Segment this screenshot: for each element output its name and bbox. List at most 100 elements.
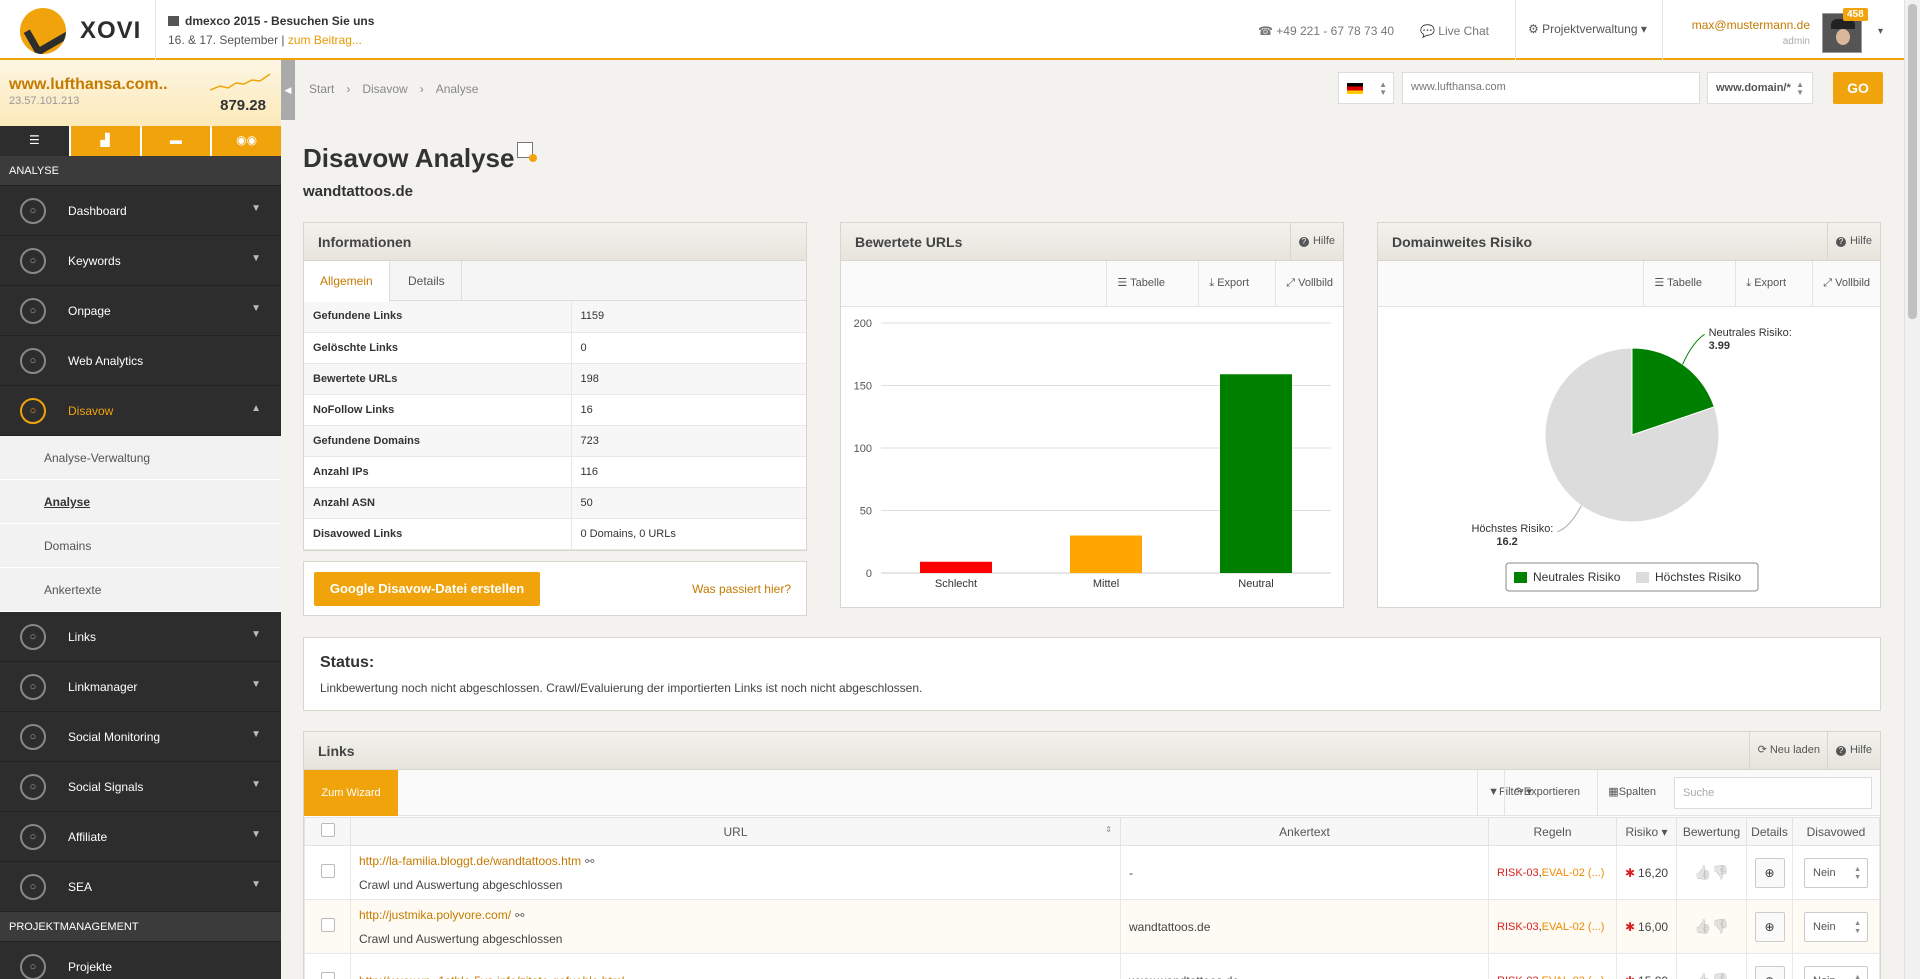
team-icon[interactable]: ◉◉	[212, 126, 281, 156]
chain-link-icon[interactable]: ⚯	[585, 856, 594, 868]
breadcrumb-disavow[interactable]: Disavow	[362, 82, 407, 96]
user-menu-chevron-icon[interactable]: ▾	[1878, 26, 1883, 37]
sidebar-subitem-domains[interactable]: Domains	[0, 524, 281, 568]
disavowed-select[interactable]: Nein ▲▼	[1804, 911, 1868, 942]
link-url[interactable]: http://la-familia.bloggt.de/wandtattoos.…	[359, 854, 581, 868]
columns-button[interactable]: ▦Spalten	[1597, 770, 1666, 815]
table-row[interactable]: http://la-familia.bloggt.de/wandtattoos.…	[304, 845, 1880, 900]
row-checkbox[interactable]	[320, 918, 335, 932]
sidebar-item-keywords[interactable]: ○ Keywords ▼	[0, 236, 281, 286]
breadcrumb-start[interactable]: Start	[309, 82, 334, 96]
sidebar-subitem-analyse-verwaltung[interactable]: Analyse-Verwaltung	[0, 436, 281, 480]
help-button[interactable]: ? Hilfe	[1826, 732, 1880, 769]
notification-badge[interactable]: 458	[1843, 8, 1868, 21]
export-links-button[interactable]: ↷Exportieren	[1503, 770, 1590, 815]
sidebar-item-dashboard[interactable]: ○ Dashboard ▼	[0, 186, 281, 236]
help-button[interactable]: ? Hilfe	[1826, 223, 1880, 260]
export-button[interactable]: ⤓ Export	[1198, 261, 1259, 306]
current-domain-box[interactable]: www.lufthansa.com.. 23.57.101.213 879.28	[0, 60, 281, 126]
rules-more[interactable]: (...)	[1588, 921, 1605, 933]
export-button[interactable]: ⤓ Export	[1735, 261, 1796, 306]
legend-label[interactable]: Neutrales Risiko	[1533, 570, 1621, 584]
sidebar-subitem-analyse[interactable]: Analyse	[0, 480, 281, 524]
sidebar-item-social-monitoring[interactable]: ○ Social Monitoring ▼	[0, 712, 281, 762]
page-scrollbar[interactable]	[1904, 0, 1920, 979]
sidebar-item-social-signals[interactable]: ○ Social Signals ▼	[0, 762, 281, 812]
domain-mode-select[interactable]: www.domain/* ▲ ▼	[1707, 72, 1813, 104]
chain-link-icon[interactable]: ⚯	[628, 976, 637, 979]
details-button[interactable]: ⊕	[1754, 965, 1785, 979]
rule-eval[interactable]: EVAL-02	[1542, 921, 1585, 933]
table-row[interactable]: http://justmika.polyvore.com/ ⚯ Crawl und …	[304, 899, 1880, 954]
disavowed-select[interactable]: Nein ▲▼	[1804, 965, 1868, 979]
table-button[interactable]: ☰ Tabelle	[1643, 261, 1712, 306]
what-happens-link[interactable]: Was passiert hier?	[692, 582, 791, 596]
rule-risk[interactable]: RISK-03	[1497, 921, 1539, 933]
rule-eval[interactable]: EVAL-02	[1542, 867, 1585, 879]
link-url[interactable]: http://www.xn--1sthle-5ya.info/zitate-ge…	[359, 974, 624, 979]
fullscreen-button[interactable]: ⤢ Vollbild	[1275, 261, 1343, 306]
anchor-header[interactable]: Ankertext	[1120, 817, 1489, 846]
rule-eval[interactable]: EVAL-02	[1542, 975, 1585, 979]
sidebar-item-linkmanager[interactable]: ○ Linkmanager ▼	[0, 662, 281, 712]
country-select[interactable]: ▲ ▼	[1338, 72, 1394, 104]
user-info[interactable]: max@mustermann.de admin	[1690, 18, 1810, 47]
thumbs-up-icon[interactable]: 👍	[1694, 864, 1711, 880]
url-header[interactable]: URL ⇕	[350, 817, 1121, 846]
risk-value: 15,80	[1638, 974, 1668, 979]
thumbs-up-icon[interactable]: 👍	[1694, 918, 1711, 934]
wizard-button[interactable]: Zum Wizard	[304, 770, 398, 816]
project-management-dropdown[interactable]: ⚙ Projektverwaltung ▾	[1515, 0, 1663, 60]
thumbs-down-icon[interactable]: 👎	[1712, 972, 1729, 979]
details-button[interactable]: ⊕	[1754, 857, 1785, 888]
create-disavow-file-button[interactable]: Google Disavow-Datei erstellen	[314, 572, 540, 606]
sidebar-item-sea[interactable]: ○ SEA ▼	[0, 862, 281, 912]
details-button[interactable]: ⊕	[1754, 911, 1785, 942]
thumbs-down-icon[interactable]: 👎	[1712, 918, 1729, 934]
rules-more[interactable]: (...)	[1588, 867, 1605, 879]
sidebar-collapse-button[interactable]: ◀	[281, 60, 295, 120]
go-button[interactable]: GO	[1833, 72, 1883, 104]
sidebar-item-onpage[interactable]: ○ Onpage ▼	[0, 286, 281, 336]
live-chat-link[interactable]: 💬 Live Chat	[1420, 24, 1489, 38]
table-row[interactable]: http://www.xn--1sthle-5ya.info/zitate-ge…	[304, 953, 1880, 979]
chart-icon[interactable]: ▟	[70, 126, 140, 156]
tour-icon[interactable]	[517, 142, 537, 162]
chain-link-icon[interactable]: ⚯	[515, 910, 524, 922]
row-checkbox[interactable]	[320, 972, 335, 979]
sidebar-item-web-analytics[interactable]: ○ Web Analytics	[0, 336, 281, 386]
link-url[interactable]: http://justmika.polyvore.com/	[359, 908, 511, 922]
sidebar-item-disavow[interactable]: ○ Disavow ▲	[0, 386, 281, 436]
rule-risk[interactable]: RISK-03	[1497, 867, 1539, 879]
news-link[interactable]: zum Beitrag...	[288, 33, 362, 47]
sidebar-item-affiliate[interactable]: ○ Affiliate ▼	[0, 812, 281, 862]
help-button[interactable]: ? Hilfe	[1289, 223, 1343, 260]
bar[interactable]	[1070, 535, 1142, 574]
scrollbar-thumb[interactable]	[1908, 4, 1917, 319]
links-search-input[interactable]: Suche	[1674, 777, 1872, 809]
sidebar-item-projekte[interactable]: ○ Projekte	[0, 942, 281, 979]
select-all-checkbox[interactable]	[320, 823, 335, 837]
sidebar-subitem-ankertexte[interactable]: Ankertexte	[0, 568, 281, 612]
tab-allgemein[interactable]: Allgemein	[304, 261, 390, 302]
thumbs-down-icon[interactable]: 👎	[1712, 864, 1729, 880]
legend-label[interactable]: Höchstes Risiko	[1655, 570, 1741, 584]
fullscreen-button[interactable]: ⤢ Vollbild	[1812, 261, 1880, 306]
row-checkbox[interactable]	[320, 864, 335, 878]
folder-icon[interactable]: ▬	[141, 126, 211, 156]
rule-risk[interactable]: RISK-03	[1497, 975, 1539, 979]
rules-header[interactable]: Regeln	[1488, 817, 1617, 846]
bar[interactable]	[1220, 374, 1292, 573]
url-input[interactable]: www.lufthansa.com	[1402, 72, 1700, 104]
table-button[interactable]: ☰ Tabelle	[1106, 261, 1175, 306]
sidebar-item-links[interactable]: ○ Links ▼	[0, 612, 281, 662]
xovi-logo[interactable]: XOVI	[20, 8, 160, 54]
tab-details[interactable]: Details	[392, 261, 462, 301]
disavowed-select[interactable]: Nein ▲▼	[1804, 857, 1868, 888]
risk-header[interactable]: Risiko ▾	[1616, 817, 1677, 846]
list-icon[interactable]: ☰	[0, 126, 69, 156]
thumbs-up-icon[interactable]: 👍	[1694, 972, 1711, 979]
reload-button[interactable]: ⟳ Neu laden	[1748, 732, 1828, 769]
rules-more[interactable]: (...)	[1588, 975, 1605, 979]
bar[interactable]	[920, 561, 992, 573]
